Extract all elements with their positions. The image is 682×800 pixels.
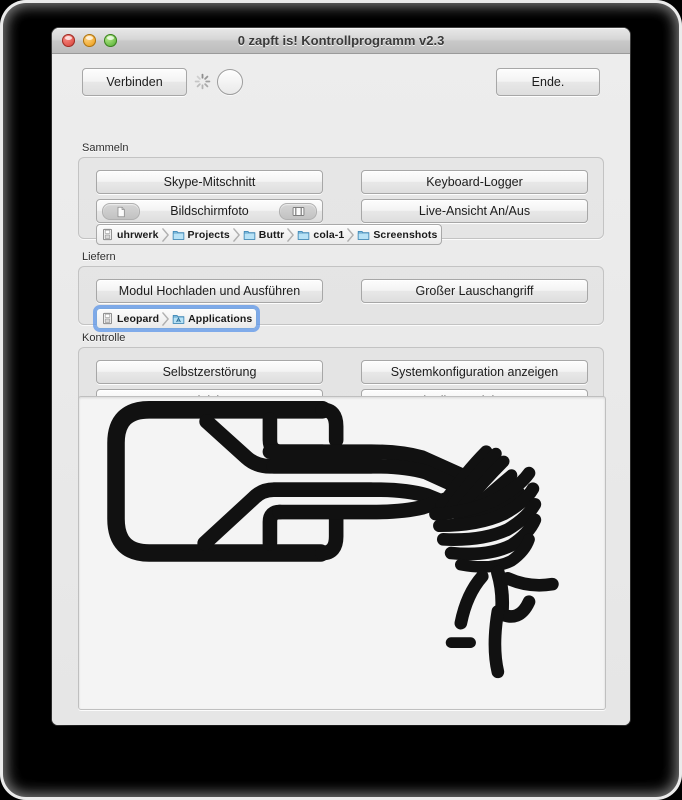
selbstzerstoerung-button[interactable]: Selbstzerstörung xyxy=(96,360,323,384)
path-segment[interactable]: Screenshots xyxy=(355,228,439,241)
group-liefern: Liefern Modul Hochladen und Ausführen Gr… xyxy=(78,251,604,332)
skype-mitschnitt-button[interactable]: Skype-Mitschnitt xyxy=(96,170,323,194)
path-segment-label: Applications xyxy=(188,312,253,325)
group-label-liefern: Liefern xyxy=(82,251,116,263)
chevron-right-icon xyxy=(347,227,355,242)
group-kontrolle: Kontrolle Selbstzerstörung Systemkonfigu… xyxy=(78,332,604,413)
disk-icon xyxy=(103,312,112,325)
document-icon[interactable] xyxy=(102,203,140,220)
folder-icon xyxy=(358,231,370,240)
applications-folder-icon xyxy=(172,315,185,324)
window-controls xyxy=(62,34,117,47)
bildschirmfoto-button[interactable]: Bildschirmfoto xyxy=(96,199,323,223)
connect-button[interactable]: Verbinden xyxy=(82,68,187,96)
grosser-lauschangriff-button[interactable]: Großer Lauschangriff xyxy=(361,279,588,303)
minimize-button[interactable] xyxy=(83,34,96,47)
group-sammeln: Sammeln Skype-Mitschnitt Keyboard-Logger… xyxy=(78,142,604,245)
keyboard-logger-button[interactable]: Keyboard-Logger xyxy=(361,170,588,194)
chevron-right-icon xyxy=(287,227,295,242)
path-segment-label: uhrwerk xyxy=(117,228,159,241)
application-window: 0 zapft is! Kontrollprogramm v2.3 Verbin… xyxy=(52,28,630,725)
path-segment-label: Screenshots xyxy=(373,228,438,241)
path-segment-label: Leopard xyxy=(117,312,160,325)
pathbar-screenshots[interactable]: uhrwerk Projects Buttr cola-1 Screenshots xyxy=(96,224,443,245)
group-label-kontrolle: Kontrolle xyxy=(82,332,126,344)
live-ansicht-button[interactable]: Live-Ansicht An/Aus xyxy=(361,199,588,223)
folder-icon xyxy=(298,231,310,240)
disk-icon xyxy=(103,228,112,241)
zoom-button[interactable] xyxy=(104,34,117,47)
chevron-right-icon xyxy=(232,227,240,242)
path-segment[interactable]: Leopard xyxy=(99,312,161,325)
path-segment[interactable]: cola-1 xyxy=(295,228,346,241)
window-body: Verbinden Ende. Sammeln Skype-Mitschnitt… xyxy=(52,54,630,725)
group-box-liefern: Modul Hochladen und Ausführen Großer Lau… xyxy=(78,266,604,332)
progress-spinner-icon xyxy=(194,73,211,90)
quit-button[interactable]: Ende. xyxy=(496,68,600,96)
path-segment[interactable]: uhrwerk xyxy=(99,228,161,241)
folder-icon xyxy=(172,231,184,240)
ccc-logo-image xyxy=(78,396,606,710)
toolbar-row: Verbinden Ende. xyxy=(52,68,630,98)
group-label-sammeln: Sammeln xyxy=(82,142,129,154)
path-segment[interactable]: Projects xyxy=(170,228,232,241)
window-title: 0 zapft is! Kontrollprogramm v2.3 xyxy=(237,33,445,48)
close-button[interactable] xyxy=(62,34,75,47)
group-box-sammeln: Skype-Mitschnitt Keyboard-Logger Bildsch… xyxy=(78,157,604,245)
folder-icon xyxy=(243,231,255,240)
status-light xyxy=(217,69,243,95)
modul-hochladen-button[interactable]: Modul Hochladen und Ausführen xyxy=(96,279,323,303)
systemkonfiguration-button[interactable]: Systemkonfiguration anzeigen xyxy=(361,360,588,384)
path-segment-label: Buttr xyxy=(258,228,285,241)
path-segment[interactable]: Applications xyxy=(170,312,254,325)
path-segment[interactable]: Buttr xyxy=(241,228,287,241)
chevron-right-icon xyxy=(162,311,169,326)
path-segment-label: Projects xyxy=(187,228,230,241)
filmstrip-icon[interactable] xyxy=(279,203,317,220)
window-titlebar[interactable]: 0 zapft is! Kontrollprogramm v2.3 xyxy=(52,28,630,54)
pathbar-applications[interactable]: Leopard Applications xyxy=(92,305,261,332)
path-segment-label: cola-1 xyxy=(313,228,345,241)
bildschirmfoto-label: Bildschirmfoto xyxy=(170,204,249,218)
chevron-right-icon xyxy=(161,227,169,242)
